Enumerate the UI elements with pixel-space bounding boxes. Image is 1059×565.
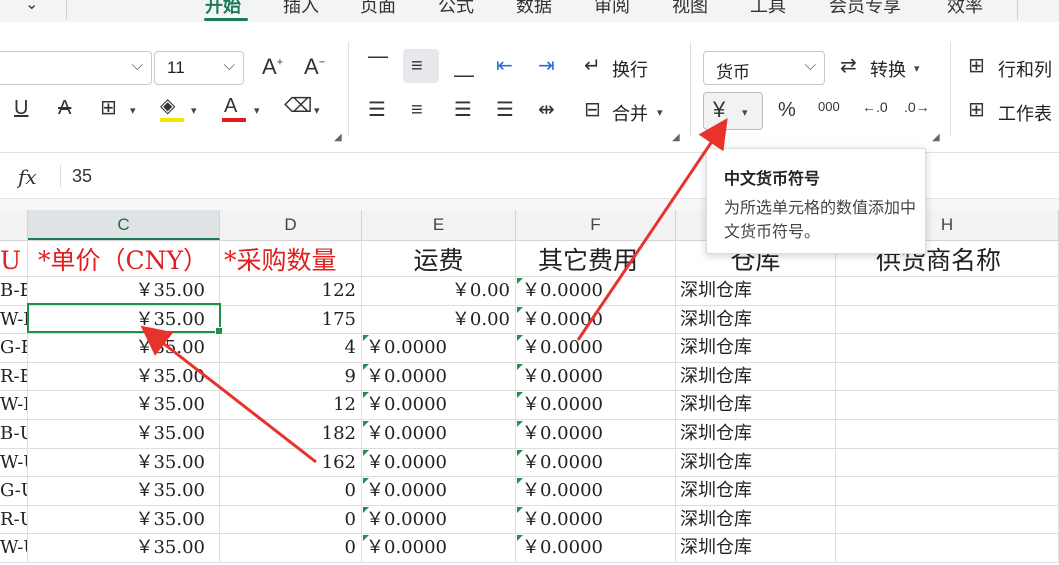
cell-c[interactable]: ￥35.00: [28, 362, 220, 392]
number-as-text-indicator: [517, 335, 523, 342]
number-as-text-indicator: [363, 392, 369, 399]
cell-d[interactable]: 122: [220, 277, 362, 306]
sheet-grid: U *单价（CNY） *采购数量 运费 其它费用 仓库 供货商名称 B-EI￥3…: [0, 0, 1059, 565]
cell-header-c[interactable]: *单价（CNY）: [28, 241, 220, 277]
cell-d[interactable]: 0: [220, 534, 362, 563]
cell-d[interactable]: 9: [220, 362, 362, 392]
cell-e[interactable]: ￥0.0000: [362, 534, 516, 563]
cell-g[interactable]: 深圳仓库: [676, 420, 836, 449]
cell-e[interactable]: ￥0.00: [362, 305, 516, 335]
fill-handle[interactable]: [215, 327, 223, 335]
number-as-text-indicator: [363, 535, 369, 542]
cell-h[interactable]: [836, 505, 1059, 535]
cell-header-d[interactable]: *采购数量: [220, 241, 362, 277]
cell-g[interactable]: 深圳仓库: [676, 277, 836, 306]
cell-c[interactable]: ￥35.00: [28, 534, 220, 563]
number-as-text-indicator: [517, 392, 523, 399]
cell-g[interactable]: 深圳仓库: [676, 477, 836, 506]
cell-c[interactable]: ￥35.00: [28, 505, 220, 535]
cell-g[interactable]: 深圳仓库: [676, 391, 836, 420]
cell-f[interactable]: ￥0.0000: [516, 505, 676, 535]
cell-f[interactable]: ￥0.0000: [516, 277, 676, 306]
cell-f[interactable]: ￥0.0000: [516, 420, 676, 449]
number-as-text-indicator: [363, 363, 369, 370]
cell-c[interactable]: ￥35.00: [28, 420, 220, 449]
cell-g[interactable]: 深圳仓库: [676, 534, 836, 563]
number-as-text-indicator: [517, 506, 523, 513]
cell-e[interactable]: ￥0.0000: [362, 420, 516, 449]
cell-d[interactable]: 12: [220, 391, 362, 420]
cell-d[interactable]: 182: [220, 420, 362, 449]
cell-b[interactable]: B-EI: [0, 277, 28, 306]
cell-b[interactable]: W-US: [0, 448, 28, 478]
cell-d[interactable]: 162: [220, 448, 362, 478]
tooltip-title: 中文货币符号: [724, 171, 821, 188]
number-as-text-indicator: [517, 535, 523, 542]
cell-c[interactable]: ￥35.00: [28, 334, 220, 363]
cell-h[interactable]: [836, 420, 1059, 449]
cell-e[interactable]: ￥0.0000: [362, 362, 516, 392]
cell-g[interactable]: 深圳仓库: [676, 305, 836, 335]
cell-e[interactable]: ￥0.0000: [362, 477, 516, 506]
cell-g[interactable]: 深圳仓库: [676, 334, 836, 363]
cell-b[interactable]: W-EI: [0, 305, 28, 335]
cell-d[interactable]: 4: [220, 334, 362, 363]
cell-h[interactable]: [836, 362, 1059, 392]
cell-f[interactable]: ￥0.0000: [516, 534, 676, 563]
cell-f[interactable]: ￥0.0000: [516, 305, 676, 335]
cell-f[interactable]: ￥0.0000: [516, 334, 676, 363]
cell-d[interactable]: 0: [220, 505, 362, 535]
cell-d[interactable]: 0: [220, 477, 362, 506]
cell-header-f[interactable]: 其它费用: [516, 241, 676, 277]
number-as-text-indicator: [517, 278, 523, 284]
cell-h[interactable]: [836, 277, 1059, 306]
currency-tooltip: 中文货币符号 为所选单元格的数值添加中文货币符号。: [706, 148, 926, 254]
cell-f[interactable]: ￥0.0000: [516, 362, 676, 392]
cell-e[interactable]: ￥0.0000: [362, 448, 516, 478]
number-as-text-indicator: [363, 506, 369, 513]
tooltip-description: 为所选单元格的数值添加中文货币符号。: [724, 200, 917, 241]
cell-e[interactable]: ￥0.0000: [362, 505, 516, 535]
cell-c[interactable]: ￥35.00: [28, 448, 220, 478]
cell-g[interactable]: 深圳仓库: [676, 448, 836, 478]
number-as-text-indicator: [517, 449, 523, 456]
cell-b[interactable]: R-EI: [0, 362, 28, 392]
cell-e[interactable]: ￥0.0000: [362, 334, 516, 363]
cell-b[interactable]: G-US: [0, 477, 28, 506]
cell-g[interactable]: 深圳仓库: [676, 362, 836, 392]
cell-d[interactable]: 175: [220, 305, 362, 335]
cell-e[interactable]: ￥0.0000: [362, 391, 516, 420]
number-as-text-indicator: [517, 421, 523, 427]
number-as-text-indicator: [363, 478, 369, 485]
cell-h[interactable]: [836, 391, 1059, 420]
cell-f[interactable]: ￥0.0000: [516, 391, 676, 420]
cell-b[interactable]: G-EI: [0, 334, 28, 363]
cell-c[interactable]: ￥35.00: [28, 391, 220, 420]
number-as-text-indicator: [517, 363, 523, 370]
cell-b[interactable]: R-US: [0, 505, 28, 535]
number-as-text-indicator: [517, 306, 523, 313]
cell-f[interactable]: ￥0.0000: [516, 448, 676, 478]
cell-header-e[interactable]: 运费: [362, 241, 516, 277]
cell-c[interactable]: ￥35.00: [28, 477, 220, 506]
cell-f[interactable]: ￥0.0000: [516, 477, 676, 506]
number-as-text-indicator: [363, 421, 369, 427]
cell-h[interactable]: [836, 477, 1059, 506]
cell-c[interactable]: ￥35.00: [28, 277, 220, 306]
cell-g[interactable]: 深圳仓库: [676, 505, 836, 535]
cell-b[interactable]: W-EI: [0, 391, 28, 420]
cell-e[interactable]: ￥0.00: [362, 277, 516, 306]
number-as-text-indicator: [363, 335, 369, 342]
cell-b[interactable]: B-US: [0, 420, 28, 449]
cell-h[interactable]: [836, 534, 1059, 563]
number-as-text-indicator: [363, 449, 369, 456]
cell-header-b[interactable]: U: [0, 241, 28, 277]
selected-cell-outline: [27, 303, 221, 333]
number-as-text-indicator: [517, 478, 523, 485]
cell-h[interactable]: [836, 334, 1059, 363]
cell-b[interactable]: W-US: [0, 534, 28, 563]
cell-h[interactable]: [836, 448, 1059, 478]
cell-h[interactable]: [836, 305, 1059, 335]
